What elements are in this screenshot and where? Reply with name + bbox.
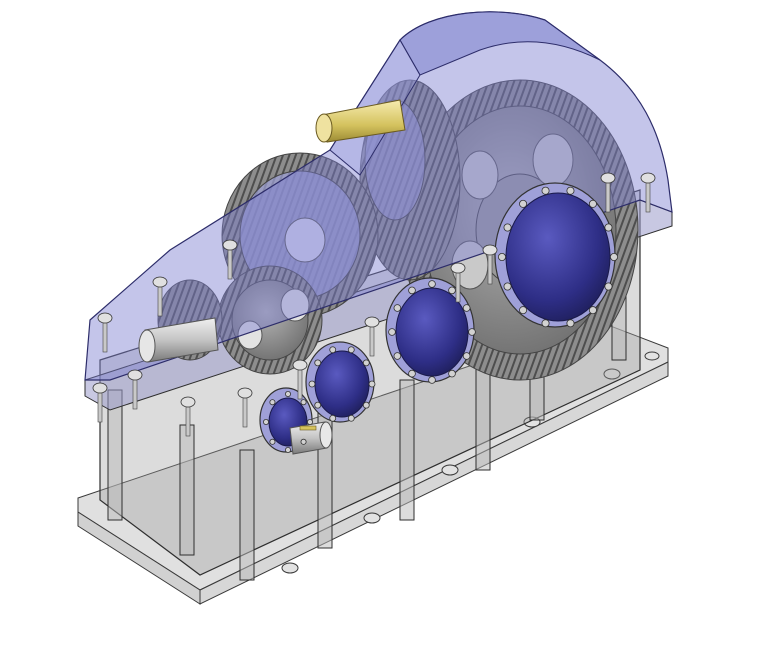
bolt-icon [97,312,113,324]
bolt-icon [566,186,575,195]
bolt-icon [364,316,380,328]
bolt-icon [152,276,168,288]
bolt-icon [566,319,575,328]
bolt-icon [604,223,613,232]
bolt-icon [180,396,196,408]
bolt-icon [588,306,597,315]
bolt-icon [284,390,291,397]
bolt-icon [497,252,506,261]
bearing-cap-medium[interactable] [385,277,475,383]
bolt-icon [462,352,471,360]
bolt-icon [462,304,471,312]
bolt-icon [610,252,619,261]
bolt-icon [482,244,498,256]
bolt-icon [329,346,337,354]
bolt-icon [393,352,402,360]
bolt-icon [541,186,550,195]
bolt-icon [519,306,528,315]
bolt-icon [468,328,476,336]
bolt-icon [308,380,316,388]
bolt-icon [262,418,269,425]
bolt-icon [329,414,337,422]
bolt-icon [541,319,550,328]
bolt-icon [428,376,436,384]
bolt-icon [428,280,436,288]
bolt-icon [408,286,416,295]
bolt-icon [284,446,291,453]
bolt-icon [92,382,108,394]
bolt-icon [503,282,512,291]
bolt-icon [640,172,656,184]
bolt-icon [300,399,307,406]
bolt-icon [292,359,308,371]
bolt-icon [269,399,276,406]
bolt-icon [393,304,402,312]
bolt-icon [314,401,322,409]
bolt-icon [600,172,616,184]
bolt-icon [347,346,355,354]
bolt-icon [269,438,276,445]
bolt-icon [368,380,376,388]
bolt-icon [448,369,456,378]
bolt-icon [314,359,322,367]
bolt-icon [362,359,370,367]
bolt-icon [519,199,528,208]
bolt-icon [388,328,396,336]
cad-viewport[interactable] [0,0,777,672]
bolt-icon [450,262,466,274]
bearing-cap-large[interactable] [494,182,616,328]
bolt-icon [300,438,307,445]
bolt-icon [306,418,313,425]
bearing-cap-small[interactable] [305,341,375,423]
bolt-icon [448,286,456,295]
bolt-icon [604,282,613,291]
bolt-icon [588,199,597,208]
bolt-icon [222,239,238,251]
bolt-icon [503,223,512,232]
bolt-icon [237,387,253,399]
bolt-icon [347,414,355,422]
bolt-icon [127,369,143,381]
bolt-icon [408,369,416,378]
bolt-icon [362,401,370,409]
gearbox-assembly[interactable] [0,0,777,672]
